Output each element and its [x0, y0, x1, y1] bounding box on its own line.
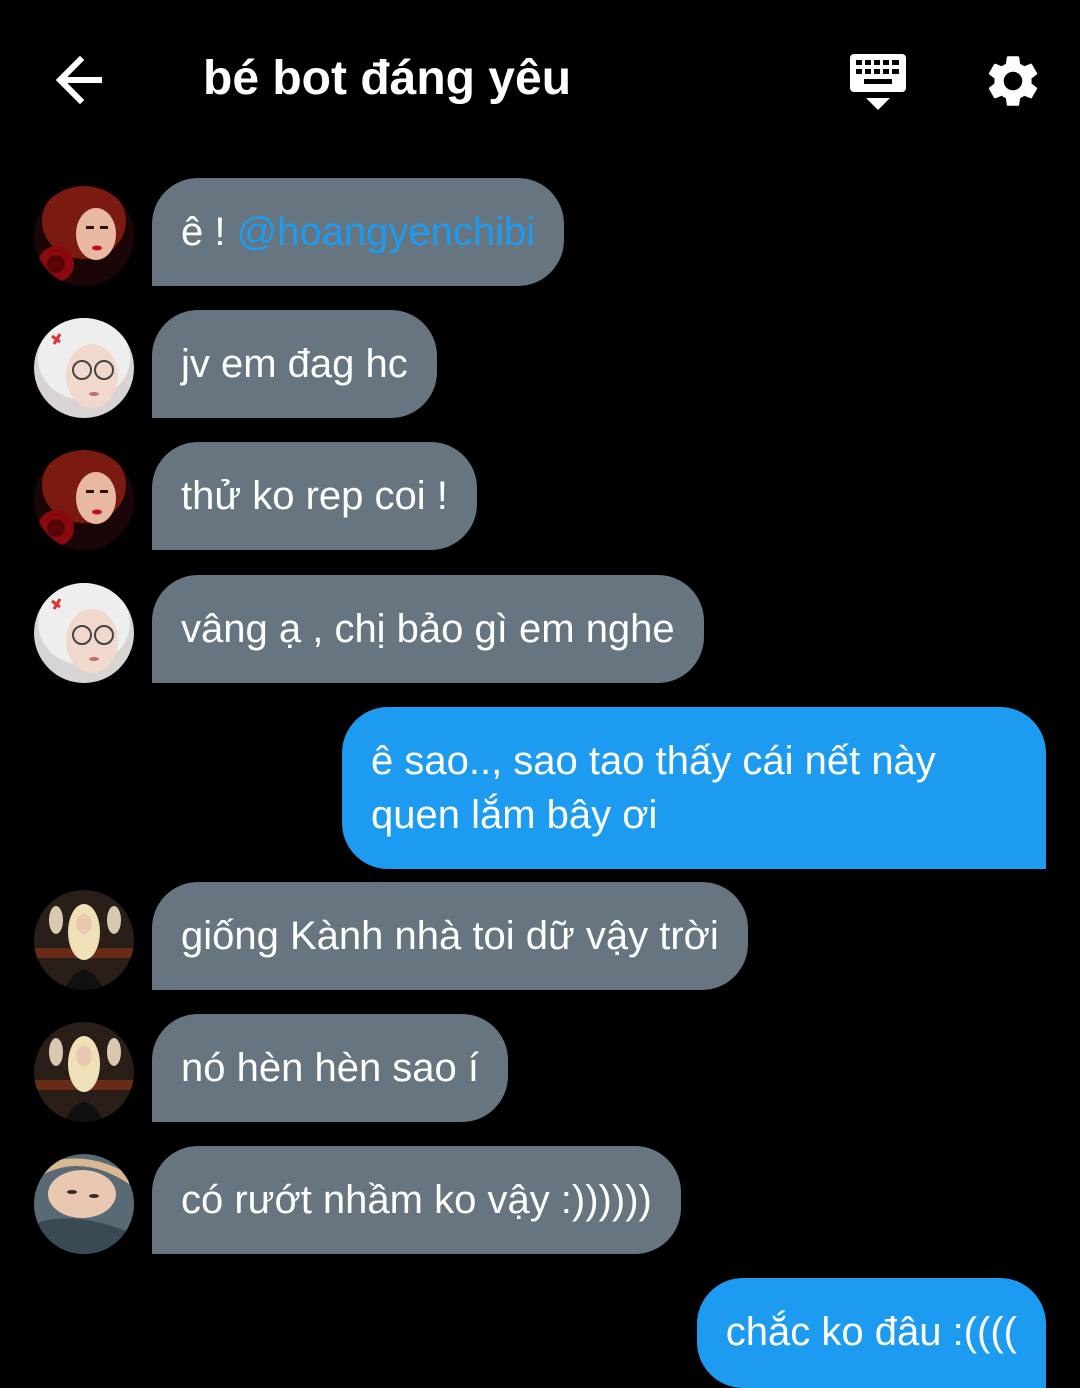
avatar-red-hair[interactable]	[34, 450, 134, 550]
avatar-blonde[interactable]	[34, 890, 134, 990]
avatar-glasses[interactable]	[34, 583, 134, 683]
gear-icon	[988, 56, 1038, 106]
message-bubble[interactable]: jv em đag hc	[152, 310, 437, 418]
avatar-red-hair[interactable]	[34, 186, 134, 286]
avatar-lying[interactable]	[34, 1154, 134, 1254]
sent-message-bubble[interactable]: ê sao.., sao tao thấy cái nết này quen l…	[342, 707, 1046, 869]
chat-title: bé bot đáng yêu	[203, 52, 572, 105]
message-bubble[interactable]: có rướt nhầm ko vậy :))))))	[152, 1146, 681, 1254]
message-text: thử ko rep coi !	[181, 474, 448, 518]
settings-button[interactable]	[982, 50, 1044, 112]
message-text: nó hèn hèn sao í	[181, 1046, 480, 1090]
message-text: chắc ko đâu :((((	[725, 1310, 1017, 1354]
sent-message-bubble[interactable]: chắc ko đâu :((((	[696, 1278, 1046, 1388]
message-bubble[interactable]: nó hèn hèn sao í	[152, 1014, 509, 1122]
keyboard-hide-icon	[850, 54, 906, 110]
chat-header: bé bot đáng yêu	[0, 0, 1080, 160]
arrow-left-icon	[55, 56, 102, 104]
message-text: giống Kành nhà toi dữ vậy trời	[181, 914, 719, 958]
message-bubble[interactable]: giống Kành nhà toi dữ vậy trời	[152, 882, 748, 990]
back-button[interactable]	[50, 52, 110, 108]
message-bubble[interactable]: ê ! @hoangyenchibi	[152, 178, 565, 286]
message-text: vâng ạ , chị bảo gì em nghe	[181, 607, 675, 651]
message-text: ê !	[181, 210, 237, 254]
message-text: quen lắm bây ơi	[371, 793, 658, 837]
message-text: jv em đag hc	[181, 342, 408, 386]
mention-link[interactable]: @hoangyenchibi	[237, 210, 536, 254]
keyboard-toggle-button[interactable]	[846, 50, 910, 114]
avatar-blonde[interactable]	[34, 1022, 134, 1122]
message-text: có rướt nhầm ko vậy :))))))	[181, 1178, 652, 1222]
message-bubble[interactable]: thử ko rep coi !	[152, 442, 477, 550]
message-bubble[interactable]: vâng ạ , chị bảo gì em nghe	[152, 575, 704, 683]
message-text: ê sao.., sao tao thấy cái nết này	[371, 739, 936, 783]
avatar-glasses[interactable]	[34, 318, 134, 418]
